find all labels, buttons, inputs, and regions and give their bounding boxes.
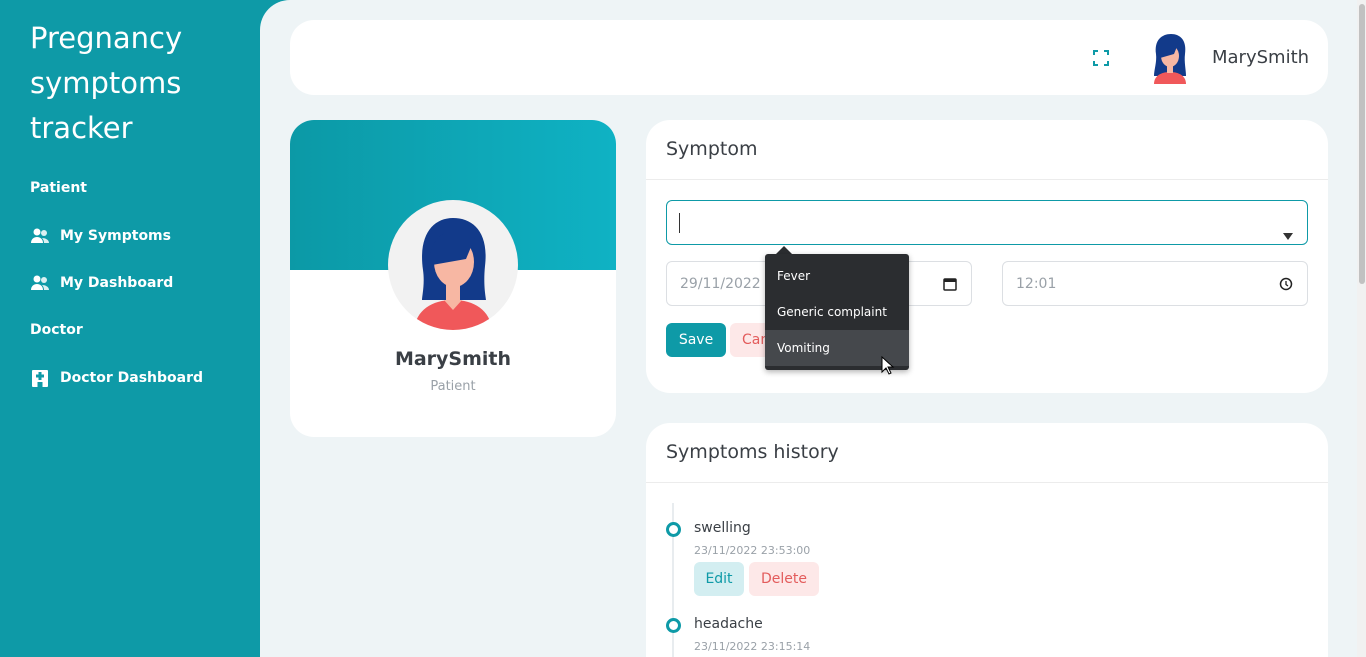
timeline-dot-icon [666, 522, 681, 537]
profile-card: MarySmith Patient [290, 120, 616, 437]
history-item-name: headache [694, 616, 763, 632]
section-heading-patient: Patient [30, 180, 87, 196]
timeline-dot-icon [666, 618, 681, 633]
users-icon [31, 275, 49, 290]
history-item-datetime: 23/11/2022 23:15:14 [694, 640, 811, 653]
divider [646, 179, 1328, 180]
edit-button[interactable]: Edit [694, 562, 744, 596]
symptom-form-title: Symptom [666, 138, 758, 160]
symptom-form-card: Symptom 29/11/2022 12:01 Save Cancel [646, 120, 1328, 393]
top-bar: MarySmith [290, 20, 1328, 95]
history-item-datetime: 23/11/2022 23:53:00 [694, 544, 811, 557]
avatar-illustration [414, 218, 492, 330]
user-avatar[interactable] [1150, 32, 1190, 84]
time-value: 12:01 [1016, 276, 1057, 292]
symptoms-history-card: Symptoms history swelling 23/11/2022 23:… [646, 423, 1328, 657]
symptom-select-input[interactable] [666, 200, 1308, 245]
sidebar-item-my-symptoms[interactable]: My Symptoms [30, 224, 171, 248]
profile-role: Patient [430, 379, 476, 394]
clock-icon[interactable] [1279, 277, 1293, 291]
profile-name: MarySmith [394, 348, 512, 370]
sidebar-item-label: My Symptoms [60, 228, 171, 244]
scrollbar-thumb[interactable] [1359, 4, 1365, 284]
hospital-icon [32, 370, 48, 387]
chevron-down-icon[interactable] [1283, 233, 1293, 240]
time-input[interactable]: 12:01 [1002, 261, 1308, 306]
fullscreen-icon[interactable] [1092, 49, 1110, 67]
save-button[interactable]: Save [666, 323, 726, 357]
profile-avatar [388, 200, 518, 330]
section-heading-doctor: Doctor [30, 322, 83, 338]
history-title: Symptoms history [666, 441, 839, 463]
divider [646, 482, 1328, 483]
mouse-cursor-icon [881, 356, 895, 375]
sidebar-item-label: My Dashboard [60, 275, 174, 291]
calendar-icon[interactable] [943, 277, 957, 291]
sidebar-item-doctor-dashboard[interactable]: Doctor Dashboard [30, 366, 203, 390]
app-title: Pregnancy symptoms tracker [30, 21, 183, 145]
history-item-name: swelling [694, 520, 751, 536]
users-icon [31, 228, 49, 243]
dropdown-option-generic-complaint[interactable]: Generic complaint [765, 294, 909, 330]
delete-button[interactable]: Delete [749, 562, 819, 596]
text-caret [679, 213, 680, 233]
dropdown-pointer [776, 246, 792, 254]
date-value: 29/11/2022 [680, 276, 761, 292]
sidebar-item-my-dashboard[interactable]: My Dashboard [30, 271, 173, 295]
sidebar-item-label: Doctor Dashboard [60, 370, 204, 386]
sidebar: Pregnancy symptoms tracker Patient My Sy… [0, 0, 260, 657]
dropdown-option-fever[interactable]: Fever [765, 258, 909, 294]
symptom-dropdown-menu: Fever Generic complaint Vomiting [765, 254, 909, 370]
header-username[interactable]: MarySmith [1212, 47, 1309, 68]
